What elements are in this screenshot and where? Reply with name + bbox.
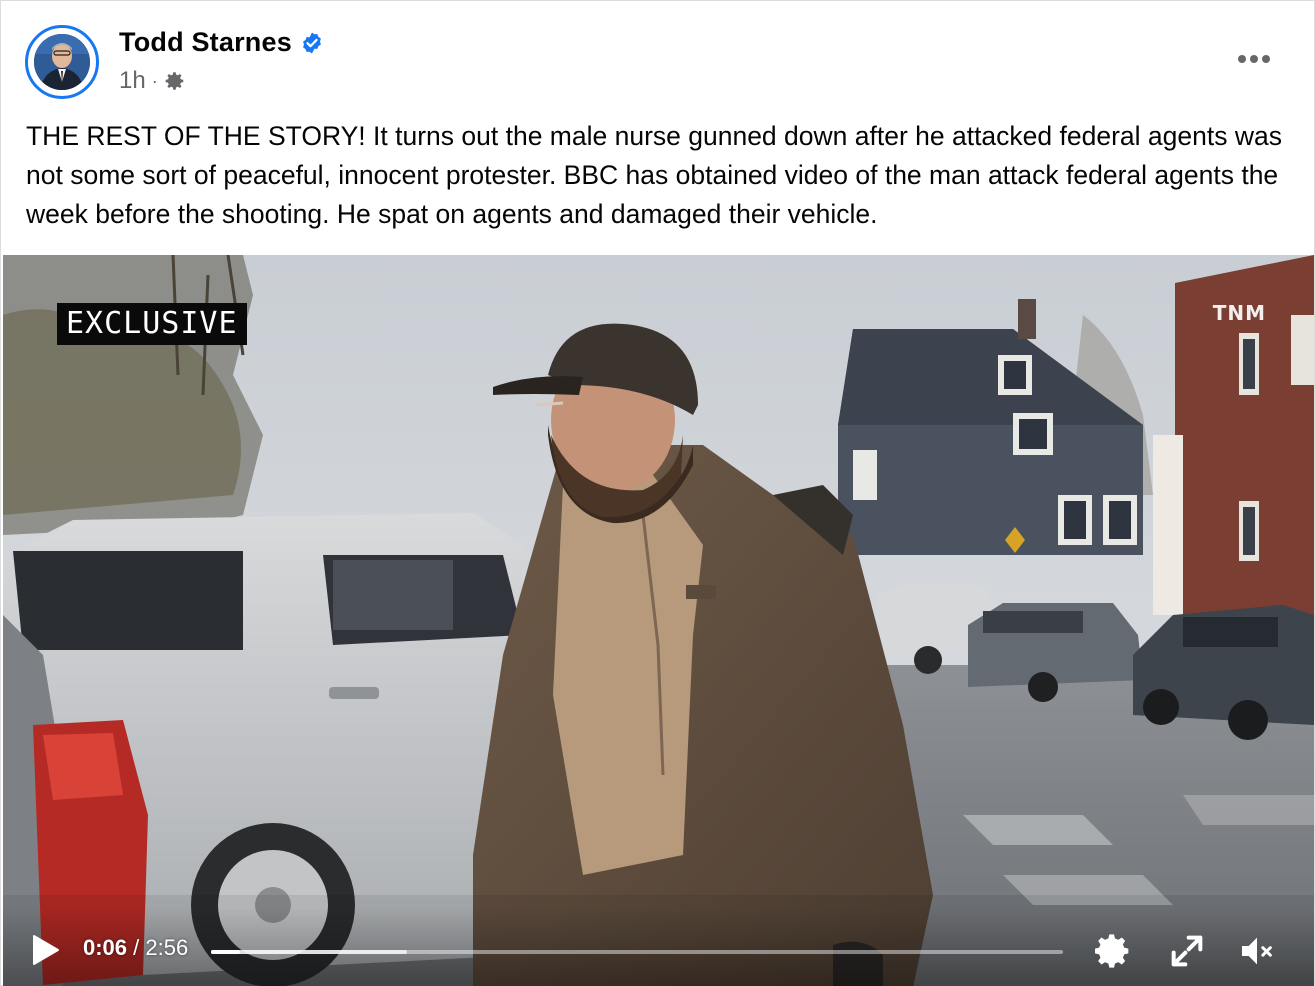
settings-gear-icon[interactable] bbox=[1093, 931, 1133, 971]
volume-muted-icon[interactable] bbox=[1237, 931, 1277, 971]
post-meta: 1h · bbox=[119, 67, 186, 95]
gear-icon[interactable] bbox=[164, 70, 186, 92]
video-player[interactable]: EXCLUSIVE TNM 0:06 / 2:56 bbox=[3, 255, 1314, 986]
post-body-text: THE REST OF THE STORY! It turns out the … bbox=[26, 121, 1282, 229]
video-controls: 0:06 / 2:56 bbox=[3, 907, 1314, 986]
channel-watermark: TNM bbox=[1212, 301, 1266, 325]
progress-buffered bbox=[211, 950, 407, 954]
progress-played bbox=[211, 950, 240, 954]
play-icon[interactable] bbox=[29, 933, 61, 967]
more-horizontal-icon bbox=[1238, 55, 1246, 63]
facebook-post: Todd Starnes 1h · THE REST OF THE STORY!… bbox=[0, 0, 1315, 986]
verified-badge-icon bbox=[303, 32, 321, 53]
more-options-button[interactable] bbox=[1234, 45, 1274, 73]
meta-separator: · bbox=[151, 71, 158, 91]
current-time: 0:06 bbox=[83, 935, 128, 960]
fullscreen-icon[interactable] bbox=[1167, 931, 1207, 971]
author-name[interactable]: Todd Starnes bbox=[119, 27, 292, 58]
more-dot bbox=[1262, 55, 1270, 63]
author-avatar[interactable] bbox=[25, 25, 99, 99]
time-separator: / bbox=[127, 935, 146, 960]
post-timestamp[interactable]: 1h bbox=[119, 67, 146, 95]
author-header: Todd Starnes bbox=[119, 27, 324, 58]
video-frame bbox=[3, 255, 1314, 986]
video-duration: 2:56 bbox=[145, 935, 189, 960]
more-dot bbox=[1250, 55, 1258, 63]
avatar-photo bbox=[34, 34, 90, 90]
exclusive-badge: EXCLUSIVE bbox=[57, 303, 247, 345]
video-progress-bar[interactable] bbox=[211, 950, 1063, 954]
video-time: 0:06 / 2:56 bbox=[83, 935, 188, 961]
